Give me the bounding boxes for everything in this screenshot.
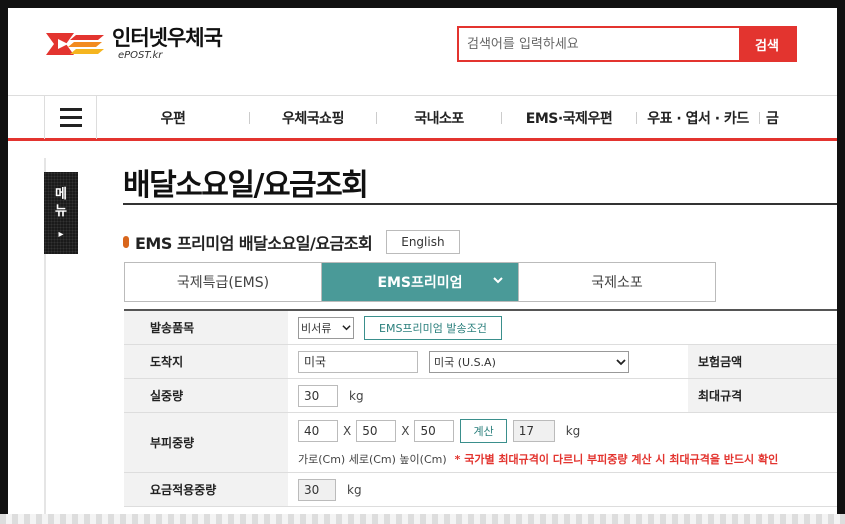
actual-weight-label: 실중량 bbox=[124, 379, 288, 412]
form-row-destination: 도착지 미국 미국 (U.S.A) 보험금액 bbox=[124, 345, 837, 379]
main-nav: 우편 우체국쇼핑 국내소포 EMS·국제우편 우표 · 엽서 · 카드 금 bbox=[8, 95, 837, 141]
volume-weight-label: 부피중량 bbox=[124, 413, 288, 472]
side-menu-label: 뉴 bbox=[55, 204, 67, 219]
form-row-applied-weight: 요금적용중량 30 kg bbox=[124, 473, 837, 507]
applied-weight-label: 요금적용중량 bbox=[124, 473, 288, 506]
tab-ems-premium[interactable]: EMS프리미엄 bbox=[321, 263, 518, 301]
english-button[interactable]: English bbox=[386, 230, 460, 254]
form-row-item-type: 발송품목 비서류 EMS프리미엄 발송조건 bbox=[124, 311, 837, 345]
nav-item-stamps-cards[interactable]: 우표 · 엽서 · 카드 bbox=[637, 108, 759, 128]
section-heading: EMS 프리미엄 배달소요일/요금조회 English bbox=[123, 230, 460, 254]
side-menu-tab[interactable]: 메 뉴 ▸ bbox=[44, 172, 78, 254]
tab-label: 국제특급(EMS) bbox=[176, 275, 270, 291]
logo-title: 인터넷우체국 bbox=[112, 26, 223, 50]
epost-logo[interactable]: 인터넷우체국 ePOST.kr bbox=[44, 26, 223, 61]
premium-conditions-button[interactable]: EMS프리미엄 발송조건 bbox=[364, 315, 502, 340]
side-menu-label: 메 bbox=[55, 187, 67, 202]
times-sign: X bbox=[401, 423, 410, 438]
applied-weight-value: 30 bbox=[298, 478, 336, 501]
nav-item-post[interactable]: 우편 bbox=[97, 108, 249, 128]
destination-country-select[interactable]: 미국 (U.S.A) bbox=[429, 350, 629, 373]
chevron-down-icon bbox=[342, 325, 351, 331]
browser-page: 인터넷우체국 ePOST.kr 검색 우편 우체국쇼핑 국내소포 EMS·국제우… bbox=[8, 8, 837, 514]
side-menu-arrow-icon: ▸ bbox=[58, 229, 64, 240]
chevron-down-icon bbox=[616, 358, 626, 365]
applied-weight-unit: kg bbox=[347, 482, 362, 497]
form-row-actual-weight: 실중량 30 kg 최대규격 bbox=[124, 379, 837, 413]
width-input[interactable]: 40 bbox=[298, 419, 338, 442]
bullet-icon bbox=[123, 236, 129, 248]
item-type-value: 비서류 bbox=[301, 321, 332, 335]
volume-weight-unit: kg bbox=[565, 423, 581, 438]
tab-label: EMS프리미엄 bbox=[377, 275, 463, 291]
depth-input[interactable]: 50 bbox=[356, 419, 397, 442]
volume-weight-result: 17 bbox=[512, 419, 555, 442]
form-row-volume-weight: 부피중량 40 X 50 X 50 계산 17 kg 가로(Cm) 세로(Cm)… bbox=[124, 413, 837, 473]
search-box: 검색 bbox=[457, 26, 797, 62]
height-input[interactable]: 50 bbox=[414, 419, 455, 442]
nav-item-shopping[interactable]: 우체국쇼핑 bbox=[250, 108, 376, 128]
tab-international-parcel[interactable]: 국제소포 bbox=[518, 263, 715, 301]
chevron-down-icon bbox=[492, 274, 504, 290]
hamburger-menu-button[interactable] bbox=[44, 96, 97, 139]
title-divider bbox=[123, 203, 837, 205]
service-tabs: 국제특급(EMS) EMS프리미엄 국제소포 bbox=[124, 262, 716, 302]
nav-item-finance[interactable]: 금 bbox=[760, 108, 790, 128]
nav-item-ems-international[interactable]: EMS·국제우편 bbox=[502, 108, 636, 128]
logo-subtitle: ePOST.kr bbox=[118, 50, 163, 61]
section-title: EMS 프리미엄 배달소요일/요금조회 bbox=[135, 234, 373, 253]
item-type-select[interactable]: 비서류 bbox=[298, 316, 354, 339]
dimension-note: 가로(Cm) 세로(Cm) 높이(Cm) bbox=[298, 452, 447, 466]
tab-label: 국제소포 bbox=[591, 275, 643, 291]
destination-label: 도착지 bbox=[124, 345, 288, 378]
destination-country-input[interactable]: 미국 bbox=[298, 350, 418, 373]
actual-weight-unit: kg bbox=[349, 388, 364, 403]
tab-ems[interactable]: 국제특급(EMS) bbox=[125, 263, 321, 301]
calculate-button[interactable]: 계산 bbox=[460, 418, 507, 443]
page-title: 배달소요일/요금조회 bbox=[123, 168, 369, 203]
insurance-amount-label: 보험금액 bbox=[688, 345, 837, 378]
window-edge bbox=[837, 0, 845, 524]
hamburger-icon bbox=[59, 108, 82, 111]
actual-weight-input[interactable]: 30 bbox=[298, 384, 338, 407]
times-sign: X bbox=[343, 423, 352, 438]
nav-items: 우편 우체국쇼핑 국내소포 EMS·국제우편 우표 · 엽서 · 카드 금 bbox=[97, 96, 790, 139]
rate-form: 발송품목 비서류 EMS프리미엄 발송조건 도착지 미국 미국 (U.S.A) … bbox=[124, 309, 837, 507]
search-button[interactable]: 검색 bbox=[739, 28, 795, 60]
search-input[interactable] bbox=[459, 28, 739, 60]
item-type-label: 발송품목 bbox=[124, 311, 288, 344]
epost-logo-icon bbox=[46, 32, 104, 55]
nav-item-domestic-parcel[interactable]: 국내소포 bbox=[377, 108, 501, 128]
max-size-warning: * 국가별 최대규격이 다르니 부피중량 계산 시 최대규격을 반드시 확인 bbox=[454, 452, 779, 466]
window-edge bbox=[0, 514, 845, 524]
max-size-label: 최대규격 bbox=[688, 379, 837, 412]
destination-country-value: 미국 (U.S.A) bbox=[434, 355, 496, 369]
